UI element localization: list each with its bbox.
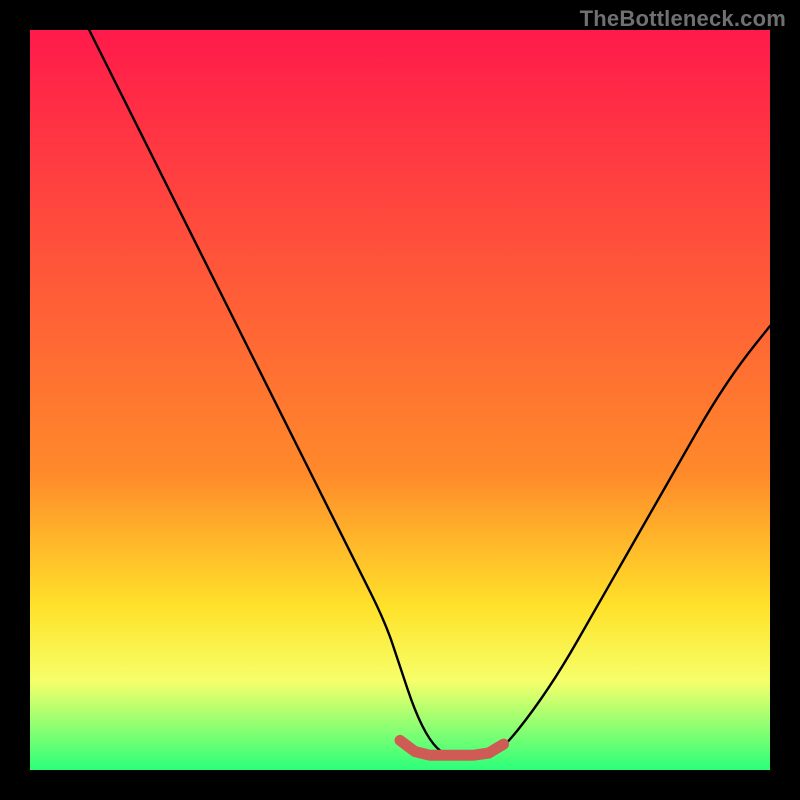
- bottleneck-chart: [0, 0, 800, 800]
- chart-stage: TheBottleneck.com: [0, 0, 800, 800]
- watermark-text: TheBottleneck.com: [580, 6, 786, 32]
- plot-gradient-background: [30, 30, 770, 770]
